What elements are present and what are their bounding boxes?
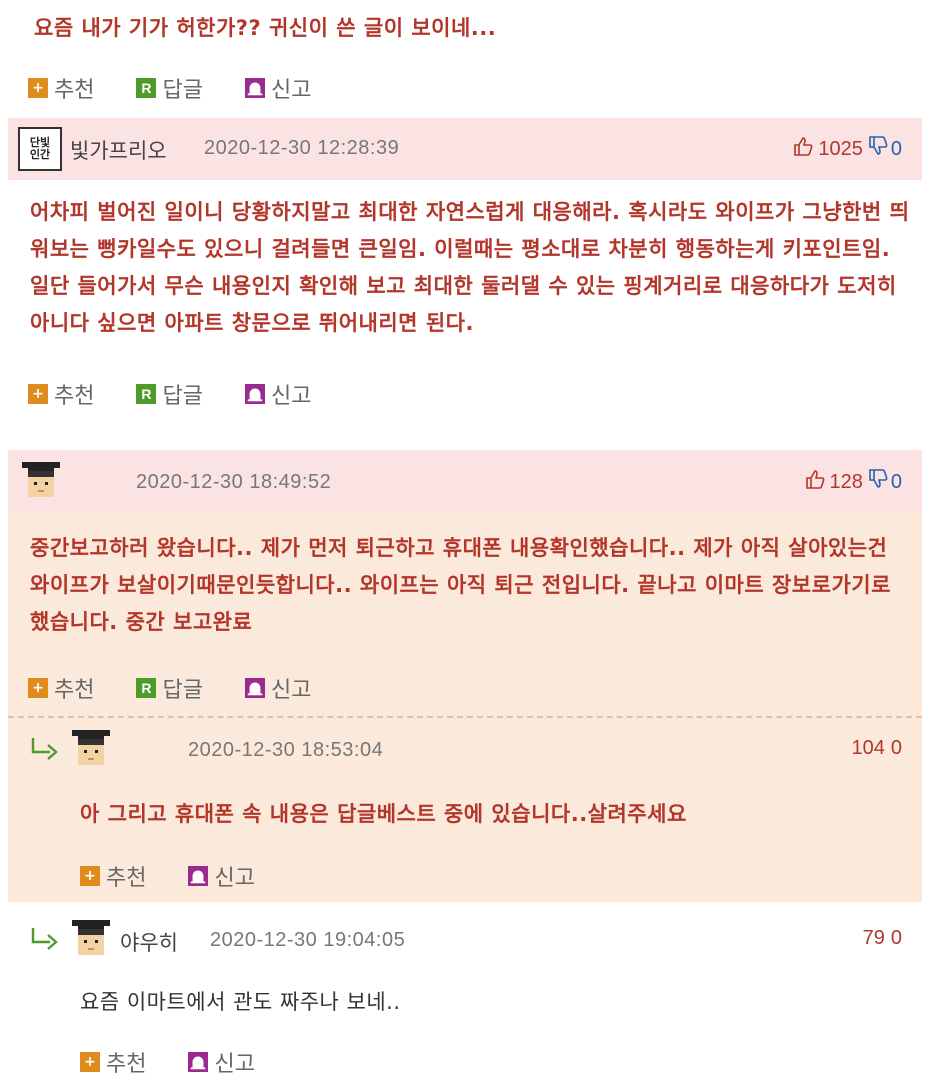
reply-arrow-icon: [30, 736, 60, 764]
recommend-button[interactable]: + 추천: [28, 378, 94, 410]
upvote-count: 104: [851, 737, 885, 759]
plus-icon: +: [80, 1052, 100, 1072]
reply-button[interactable]: R 답글: [136, 378, 203, 410]
avatar[interactable]: [68, 728, 114, 770]
report-label: 신고: [270, 678, 312, 703]
recommend-label: 추천: [54, 678, 95, 703]
recommend-button[interactable]: + 추천: [28, 72, 94, 104]
reply-button[interactable]: R 답글: [136, 672, 203, 704]
siren-icon: [244, 78, 265, 98]
siren-icon: [244, 678, 265, 698]
reply-icon: R: [136, 78, 157, 98]
recommend-button[interactable]: + 추천: [80, 860, 146, 892]
upvote-count: 1025: [818, 137, 863, 160]
downvote-count: 0: [890, 137, 902, 160]
reply-icon: R: [136, 384, 157, 404]
reply-date: 2020-12-30 19:04:05: [210, 929, 406, 951]
comment-actions: + 추천 R 답글 신고: [28, 378, 353, 410]
reply-label: 답글: [162, 678, 203, 703]
comment-date: 2020-12-30 12:28:39: [204, 137, 400, 159]
report-button[interactable]: 신고: [244, 672, 312, 704]
report-label: 신고: [214, 866, 255, 891]
thumbs-up-icon[interactable]: [792, 135, 814, 163]
report-button[interactable]: 신고: [188, 1046, 255, 1078]
reply-text: 아 그리고 휴대폰 속 내용은 답글베스트 중에 있습니다..살려주세요: [80, 802, 687, 826]
siren-icon: [188, 866, 209, 886]
plus-icon: +: [28, 78, 48, 98]
reply-label: 답글: [162, 384, 203, 409]
vote-box: 104 0: [852, 737, 903, 760]
report-label: 신고: [214, 1052, 255, 1077]
recommend-button[interactable]: + 추천: [80, 1046, 146, 1078]
recommend-label: 추천: [106, 866, 147, 891]
comment-header: 단빛인간 빛가프리오 2020-12-30 12:28:39 1025 0: [8, 118, 922, 180]
comment-actions: + 추천 R 답글 신고: [28, 672, 353, 704]
comment-header: 2020-12-30 18:49:52 128 0: [8, 450, 922, 512]
reply-arrow-icon: [30, 926, 60, 954]
plus-icon: +: [28, 678, 48, 698]
comment-block: 2020-12-30 18:49:52 128 0 중간보고하러 왔습니다.. …: [8, 450, 922, 902]
nickname[interactable]: 야우히: [120, 927, 178, 957]
avatar[interactable]: [68, 918, 114, 960]
report-button[interactable]: 신고: [188, 860, 255, 892]
comment-actions: + 추천 R 답글 신고: [28, 72, 353, 104]
reply-label: 답글: [162, 78, 203, 103]
nickname[interactable]: 빛가프리오: [70, 135, 167, 165]
recommend-button[interactable]: + 추천: [28, 672, 94, 704]
comment-text: 중간보고하러 왔습니다.. 제가 먼저 퇴근하고 휴대폰 내용확인했습니다.. …: [30, 536, 891, 634]
vote-box: 1025 0: [792, 135, 902, 163]
report-button[interactable]: 신고: [244, 72, 312, 104]
thumbs-up-icon[interactable]: [804, 468, 826, 496]
comment-text: 요즘 내가 기가 허한가?? 귀신이 쓴 글이 보이네...: [34, 16, 497, 40]
downvote-count: 0: [890, 737, 902, 759]
reply-actions: + 추천 신고: [80, 860, 297, 892]
comment-date: 2020-12-30 18:49:52: [136, 471, 332, 493]
siren-icon: [188, 1052, 209, 1072]
upvote-count: 128: [829, 470, 863, 493]
recommend-label: 추천: [106, 1052, 147, 1077]
siren-icon: [244, 384, 265, 404]
vote-box: 128 0: [804, 468, 902, 496]
report-button[interactable]: 신고: [244, 378, 312, 410]
plus-icon: +: [28, 384, 48, 404]
plus-icon: +: [80, 866, 100, 886]
reply-icon: R: [136, 678, 157, 698]
recommend-label: 추천: [54, 384, 95, 409]
reply-actions: + 추천 신고: [80, 1046, 297, 1078]
thumbs-down-icon[interactable]: [867, 135, 889, 163]
avatar[interactable]: 단빛인간: [18, 127, 62, 171]
report-label: 신고: [270, 78, 312, 103]
upvote-count: 79: [862, 927, 885, 949]
avatar-label: 단빛인간: [29, 136, 51, 161]
reply-button[interactable]: R 답글: [136, 72, 203, 104]
reply-text: 요즘 이마트에서 관도 짜주나 보네..: [80, 990, 401, 1014]
downvote-count: 0: [890, 470, 902, 493]
reply-date: 2020-12-30 18:53:04: [188, 739, 384, 761]
report-label: 신고: [270, 384, 312, 409]
recommend-label: 추천: [54, 78, 95, 103]
divider: [8, 716, 922, 718]
vote-box: 79 0: [863, 927, 902, 950]
thumbs-down-icon[interactable]: [867, 468, 889, 496]
avatar[interactable]: [18, 460, 64, 502]
comment-text: 어차피 벌어진 일이니 당황하지말고 최대한 자연스럽게 대응해라. 혹시라도 …: [30, 200, 910, 335]
downvote-count: 0: [890, 927, 902, 949]
